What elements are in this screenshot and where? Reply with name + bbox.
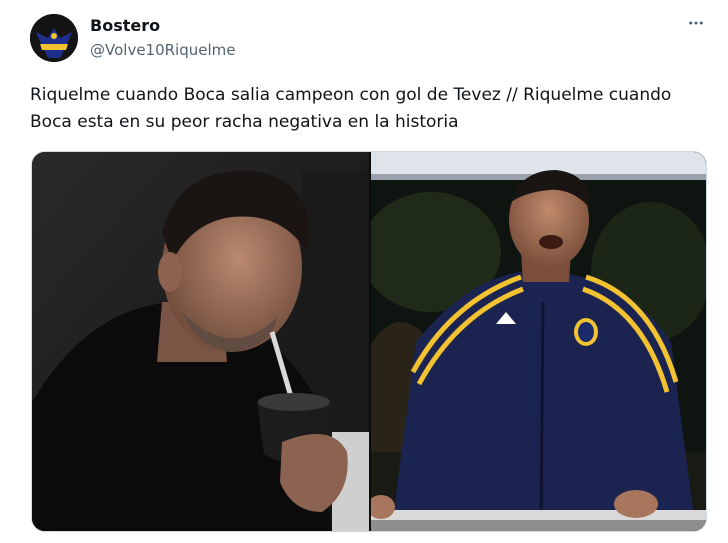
media-photo-right[interactable] bbox=[371, 152, 706, 531]
photo-riquelme-drinking-mate-icon bbox=[32, 152, 369, 531]
author-names: Bostero @Volve10Riquelme bbox=[90, 16, 236, 60]
media-photo-left[interactable] bbox=[32, 152, 369, 531]
tweet-card[interactable]: Bostero @Volve10Riquelme Riquelme cuando… bbox=[0, 0, 728, 543]
more-options-button[interactable] bbox=[683, 10, 709, 36]
tweet-media[interactable] bbox=[31, 151, 707, 532]
tweet-text: Riquelme cuando Boca salia campeon con g… bbox=[30, 85, 672, 132]
more-horizontal-icon bbox=[689, 21, 703, 25]
boca-avatar-icon bbox=[30, 14, 78, 62]
author-avatar[interactable] bbox=[30, 14, 78, 62]
photo-riquelme-cheering-boca-jacket-icon bbox=[371, 152, 706, 531]
author-display-name[interactable]: Bostero bbox=[90, 16, 236, 36]
author-handle[interactable]: @Volve10Riquelme bbox=[90, 40, 236, 60]
